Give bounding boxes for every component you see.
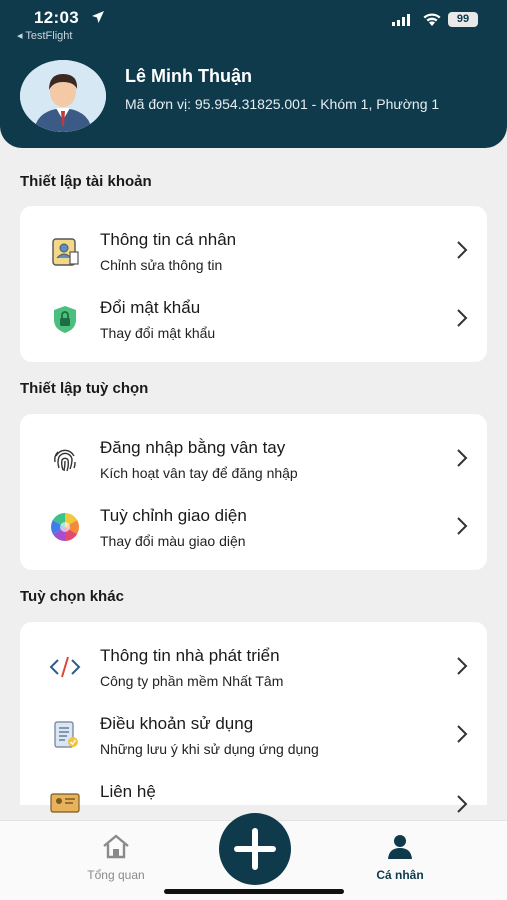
menu-item-change-password[interactable]: Đổi mật khẩu Thay đổi mật khẩu [20,284,487,352]
avatar[interactable] [20,60,106,132]
location-arrow-icon [92,11,104,23]
id-card-icon [52,238,79,266]
fingerprint-login-title: Đăng nhập bằng vân tay [100,438,286,457]
nav-profile-label: Cá nhân [376,868,424,882]
unit-code: Mã đơn vị: 95.954.31825.001 - Khóm 1, Ph… [125,96,440,112]
contact-title: Liên hệ [100,782,156,801]
contact-card-icon [50,793,80,813]
signal-icon [392,14,410,26]
menu-item-customize-theme[interactable]: Tuỳ chỉnh giao diện Thay đổi màu giao di… [20,492,487,560]
user-name: Lê Minh Thuận [125,66,252,86]
nav-tab-overview[interactable]: Tổng quan [66,833,166,882]
nav-tab-profile[interactable]: Cá nhân [350,833,450,882]
fingerprint-icon [54,449,76,472]
chevron-right-icon [457,241,468,259]
other-options-card: Thông tin nhà phát triển Công ty phần mề… [20,622,487,813]
status-bar: 12:03 ◂ TestFlight 99 [0,6,507,46]
chevron-right-icon [457,795,468,813]
menu-item-developer-info[interactable]: Thông tin nhà phát triển Công ty phần mề… [20,632,487,700]
plus-icon [234,828,276,870]
home-indicator [164,889,344,894]
menu-item-terms-of-use[interactable]: Điều khoản sử dụng Những lưu ý khi sử dụ… [20,700,487,768]
chevron-right-icon [457,725,468,743]
fingerprint-login-subtitle: Kích hoạt vân tay để đăng nhập [100,465,298,481]
document-icon [54,721,78,748]
nav-overview-label: Tổng quan [87,868,145,882]
wifi-icon [423,13,441,26]
section-title-other: Tuỳ chọn khác [20,588,124,605]
change-password-title: Đổi mật khẩu [100,298,201,317]
code-icon [49,656,81,678]
battery-indicator: 99 [448,12,478,27]
chevron-right-icon [457,657,468,675]
home-icon [103,834,129,859]
color-wheel-icon [51,513,79,541]
chevron-right-icon [457,449,468,467]
customize-theme-subtitle: Thay đổi màu giao diện [100,533,246,549]
menu-item-personal-info[interactable]: Thông tin cá nhân Chỉnh sửa thông tin [20,216,487,284]
chevron-right-icon [457,309,468,327]
profile-header: 12:03 ◂ TestFlight 99 Lê Minh Thuận Mã đ… [0,0,507,148]
personal-info-title: Thông tin cá nhân [100,230,237,249]
chevron-right-icon [457,517,468,535]
change-password-subtitle: Thay đổi mật khẩu [100,325,216,341]
customize-theme-title: Tuỳ chỉnh giao diện [100,506,247,525]
add-button[interactable] [219,813,291,885]
section-title-account: Thiết lập tài khoản [20,173,152,190]
shield-lock-icon [54,306,76,333]
section-title-preferences: Thiết lập tuỳ chọn [20,380,149,397]
account-settings-card: Thông tin cá nhân Chỉnh sửa thông tin Đổ… [20,206,487,362]
back-to-testflight[interactable]: ◂ TestFlight [17,29,72,42]
developer-info-title: Thông tin nhà phát triển [100,646,280,665]
terms-of-use-subtitle: Những lưu ý khi sử dụng ứng dụng [100,741,319,757]
user-avatar-icon [20,60,106,132]
developer-info-subtitle: Công ty phần mềm Nhất Tâm [100,673,284,689]
person-icon [388,835,412,859]
preferences-card: Đăng nhập bằng vân tay Kích hoạt vân tay… [20,414,487,570]
bottom-navigation: Tổng quan Cá nhân [0,813,507,900]
menu-item-fingerprint-login[interactable]: Đăng nhập bằng vân tay Kích hoạt vân tay… [20,424,487,492]
status-time: 12:03 [34,8,79,27]
personal-info-subtitle: Chỉnh sửa thông tin [100,257,223,273]
terms-of-use-title: Điều khoản sử dụng [100,714,254,733]
